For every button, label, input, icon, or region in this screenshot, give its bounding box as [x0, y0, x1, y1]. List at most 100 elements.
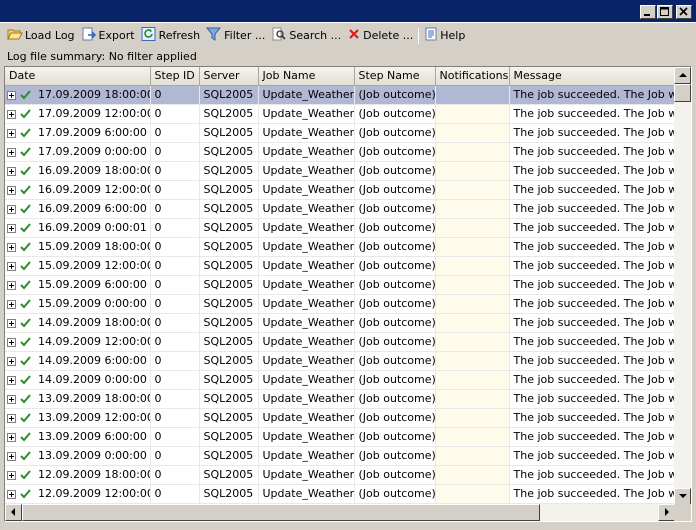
expand-icon[interactable] [7, 489, 16, 499]
scroll-left-button[interactable] [5, 504, 22, 521]
cell-notifications [435, 275, 510, 295]
close-button[interactable] [676, 5, 692, 19]
column-header-job-name[interactable]: Job Name [258, 67, 355, 86]
table-row[interactable]: 13.09.2009 0:00:00 0 SQL2005 Update_Weather… [5, 446, 675, 466]
expand-icon[interactable] [7, 261, 16, 271]
minimize-button[interactable] [640, 5, 656, 19]
expand-icon[interactable] [7, 318, 16, 328]
expand-icon[interactable] [7, 280, 16, 290]
table-row[interactable]: 17.09.2009 6:00:00 0 SQL2005 Update_Weather… [5, 123, 675, 143]
cell-job-name: Update_Weather [258, 370, 355, 390]
table-row[interactable]: 14.09.2009 18:00:00 0 SQL2005 Update_Weathe… [5, 313, 675, 333]
column-header-notifications[interactable]: Notifications [435, 67, 510, 86]
export-icon [81, 27, 99, 44]
window-controls [640, 5, 692, 19]
table-row[interactable]: 17.09.2009 0:00:00 0 SQL2005 Update_Weather… [5, 142, 675, 162]
vertical-scroll-thumb[interactable] [674, 84, 691, 102]
column-header-step-id[interactable]: Step ID [150, 67, 200, 86]
scroll-down-button[interactable] [674, 488, 691, 505]
date-text: 15.09.2009 12:00:00 [38, 259, 150, 272]
expand-icon[interactable] [7, 470, 16, 480]
cell-step-name: (Job outcome) [354, 199, 436, 219]
date-text: 16.09.2009 0:00:01 [38, 221, 147, 234]
table-row[interactable]: 15.09.2009 18:00:00 0 SQL2005 Update_Weathe… [5, 237, 675, 257]
table-row[interactable]: 16.09.2009 0:00:01 0 SQL2005 Update_Weather… [5, 218, 675, 238]
table-row[interactable]: 17.09.2009 18:00:00 0 SQL2005 Update_Weathe… [5, 85, 675, 105]
scroll-up-button[interactable] [674, 67, 691, 84]
table-row[interactable]: 13.09.2009 6:00:00 0 SQL2005 Update_Weather… [5, 427, 675, 447]
help-button[interactable]: Help [421, 26, 468, 46]
date-text: 13.09.2009 18:00:00 [38, 392, 150, 405]
search-button[interactable]: Search ... [268, 26, 344, 46]
expand-icon[interactable] [7, 204, 16, 214]
expand-icon[interactable] [7, 375, 16, 385]
log-grid[interactable]: Date Step ID Server Job Name Step Name N… [4, 66, 692, 522]
cell-notifications [435, 237, 510, 257]
cell-date: 16.09.2009 12:00:00 [5, 180, 151, 200]
cell-step-name: (Job outcome) [354, 313, 436, 333]
horizontal-scroll-thumb[interactable] [22, 504, 540, 521]
expand-icon[interactable] [7, 185, 16, 195]
column-header-server[interactable]: Server [199, 67, 259, 86]
expand-icon[interactable] [7, 413, 16, 423]
table-row[interactable]: 16.09.2009 12:00:00 0 SQL2005 Update_Weathe… [5, 180, 675, 200]
cell-date: 12.09.2009 18:00:00 [5, 465, 151, 485]
table-row[interactable]: 16.09.2009 6:00:00 0 SQL2005 Update_Weather… [5, 199, 675, 219]
expand-icon[interactable] [7, 432, 16, 442]
table-row[interactable]: 14.09.2009 6:00:00 0 SQL2005 Update_Weather… [5, 351, 675, 371]
table-row[interactable]: 13.09.2009 18:00:00 0 SQL2005 Update_Weathe… [5, 389, 675, 409]
expand-icon[interactable] [7, 128, 16, 138]
cell-step-name: (Job outcome) [354, 85, 436, 105]
cell-server: SQL2005 [199, 199, 259, 219]
cell-message: The job succeeded. The Job was [509, 275, 675, 295]
horizontal-scrollbar[interactable] [5, 504, 675, 521]
table-row[interactable]: 17.09.2009 12:00:00 0 SQL2005 Update_Weathe… [5, 104, 675, 124]
refresh-button[interactable]: Refresh [138, 26, 204, 46]
table-row[interactable]: 12.09.2009 18:00:00 0 SQL2005 Update_Weathe… [5, 465, 675, 485]
table-row[interactable]: 13.09.2009 12:00:00 0 SQL2005 Update_Weathe… [5, 408, 675, 428]
date-text: 14.09.2009 0:00:00 [38, 373, 147, 386]
cell-step-id: 0 [150, 465, 200, 485]
cell-step-name: (Job outcome) [354, 218, 436, 238]
cell-date: 17.09.2009 12:00:00 [5, 104, 151, 124]
cell-step-name: (Job outcome) [354, 465, 436, 485]
column-header-message[interactable]: Message [509, 67, 675, 86]
expand-icon[interactable] [7, 451, 16, 461]
export-button[interactable]: Export [78, 26, 138, 46]
table-row[interactable]: 16.09.2009 18:00:00 0 SQL2005 Update_Weathe… [5, 161, 675, 181]
cell-step-name: (Job outcome) [354, 332, 436, 352]
column-header-date[interactable]: Date [5, 67, 151, 86]
column-header-step-name[interactable]: Step Name [354, 67, 436, 86]
expand-icon[interactable] [7, 90, 16, 100]
expand-icon[interactable] [7, 166, 16, 176]
expand-icon[interactable] [7, 147, 16, 157]
cell-message: The job succeeded. The Job was [509, 237, 675, 257]
table-row[interactable]: 14.09.2009 12:00:00 0 SQL2005 Update_Weathe… [5, 332, 675, 352]
load-log-button[interactable]: Load Log [4, 26, 78, 46]
date-text: 15.09.2009 0:00:00 [38, 297, 147, 310]
expand-icon[interactable] [7, 356, 16, 366]
filter-button[interactable]: Filter ... [203, 26, 268, 46]
expand-icon[interactable] [7, 223, 16, 233]
maximize-button[interactable] [657, 5, 673, 19]
cell-date: 15.09.2009 12:00:00 [5, 256, 151, 276]
cell-step-name: (Job outcome) [354, 408, 436, 428]
table-row[interactable]: 14.09.2009 0:00:00 0 SQL2005 Update_Weather… [5, 370, 675, 390]
table-row[interactable]: 15.09.2009 0:00:00 0 SQL2005 Update_Weather… [5, 294, 675, 314]
cell-date: 13.09.2009 0:00:00 [5, 446, 151, 466]
success-check-icon [20, 413, 31, 423]
table-row[interactable]: 12.09.2009 12:00:00 0 SQL2005 Update_Weathe… [5, 484, 675, 504]
scroll-right-button[interactable] [658, 504, 675, 521]
table-row[interactable]: 15.09.2009 12:00:00 0 SQL2005 Update_Weathe… [5, 256, 675, 276]
expand-icon[interactable] [7, 299, 16, 309]
vertical-scrollbar[interactable] [674, 67, 691, 505]
expand-icon[interactable] [7, 337, 16, 347]
delete-button[interactable]: Delete ... [344, 26, 416, 46]
cell-date: 17.09.2009 0:00:00 [5, 142, 151, 162]
expand-icon[interactable] [7, 242, 16, 252]
expand-icon[interactable] [7, 394, 16, 404]
expand-icon[interactable] [7, 109, 16, 119]
title-bar[interactable] [0, 0, 696, 23]
table-row[interactable]: 15.09.2009 6:00:00 0 SQL2005 Update_Weather… [5, 275, 675, 295]
cell-step-name: (Job outcome) [354, 161, 436, 181]
